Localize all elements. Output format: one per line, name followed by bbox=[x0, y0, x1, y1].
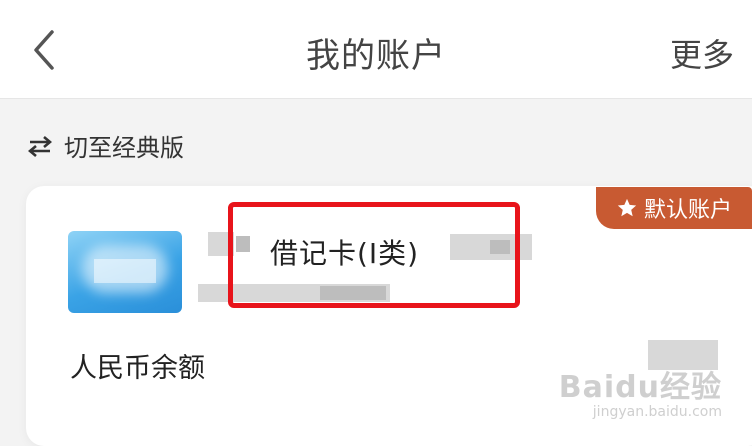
baidu-watermark: Baidu经验 jingyan.baidu.com bbox=[559, 362, 722, 420]
balance-label: 人民币余额 bbox=[70, 353, 205, 384]
star-icon bbox=[617, 198, 637, 217]
switch-classic-version[interactable]: 切至经典版 bbox=[28, 128, 184, 163]
watermark-sub: jingyan.baidu.com bbox=[592, 404, 722, 420]
highlight-annotation-box bbox=[228, 202, 520, 308]
default-badge-label: 默认账户 bbox=[643, 198, 732, 223]
more-button[interactable]: 更多 bbox=[670, 30, 734, 76]
card-blur bbox=[94, 259, 156, 283]
default-account-badge: 默认账户 bbox=[596, 187, 752, 229]
top-nav-bar: 我的账户 更多 bbox=[0, 0, 752, 99]
switch-label: 切至经典版 bbox=[64, 134, 184, 162]
page-title: 我的账户 bbox=[306, 36, 446, 76]
card-thumbnail bbox=[68, 231, 182, 313]
swap-arrows-icon bbox=[28, 135, 52, 157]
watermark-main: Baidu经验 bbox=[558, 370, 722, 405]
